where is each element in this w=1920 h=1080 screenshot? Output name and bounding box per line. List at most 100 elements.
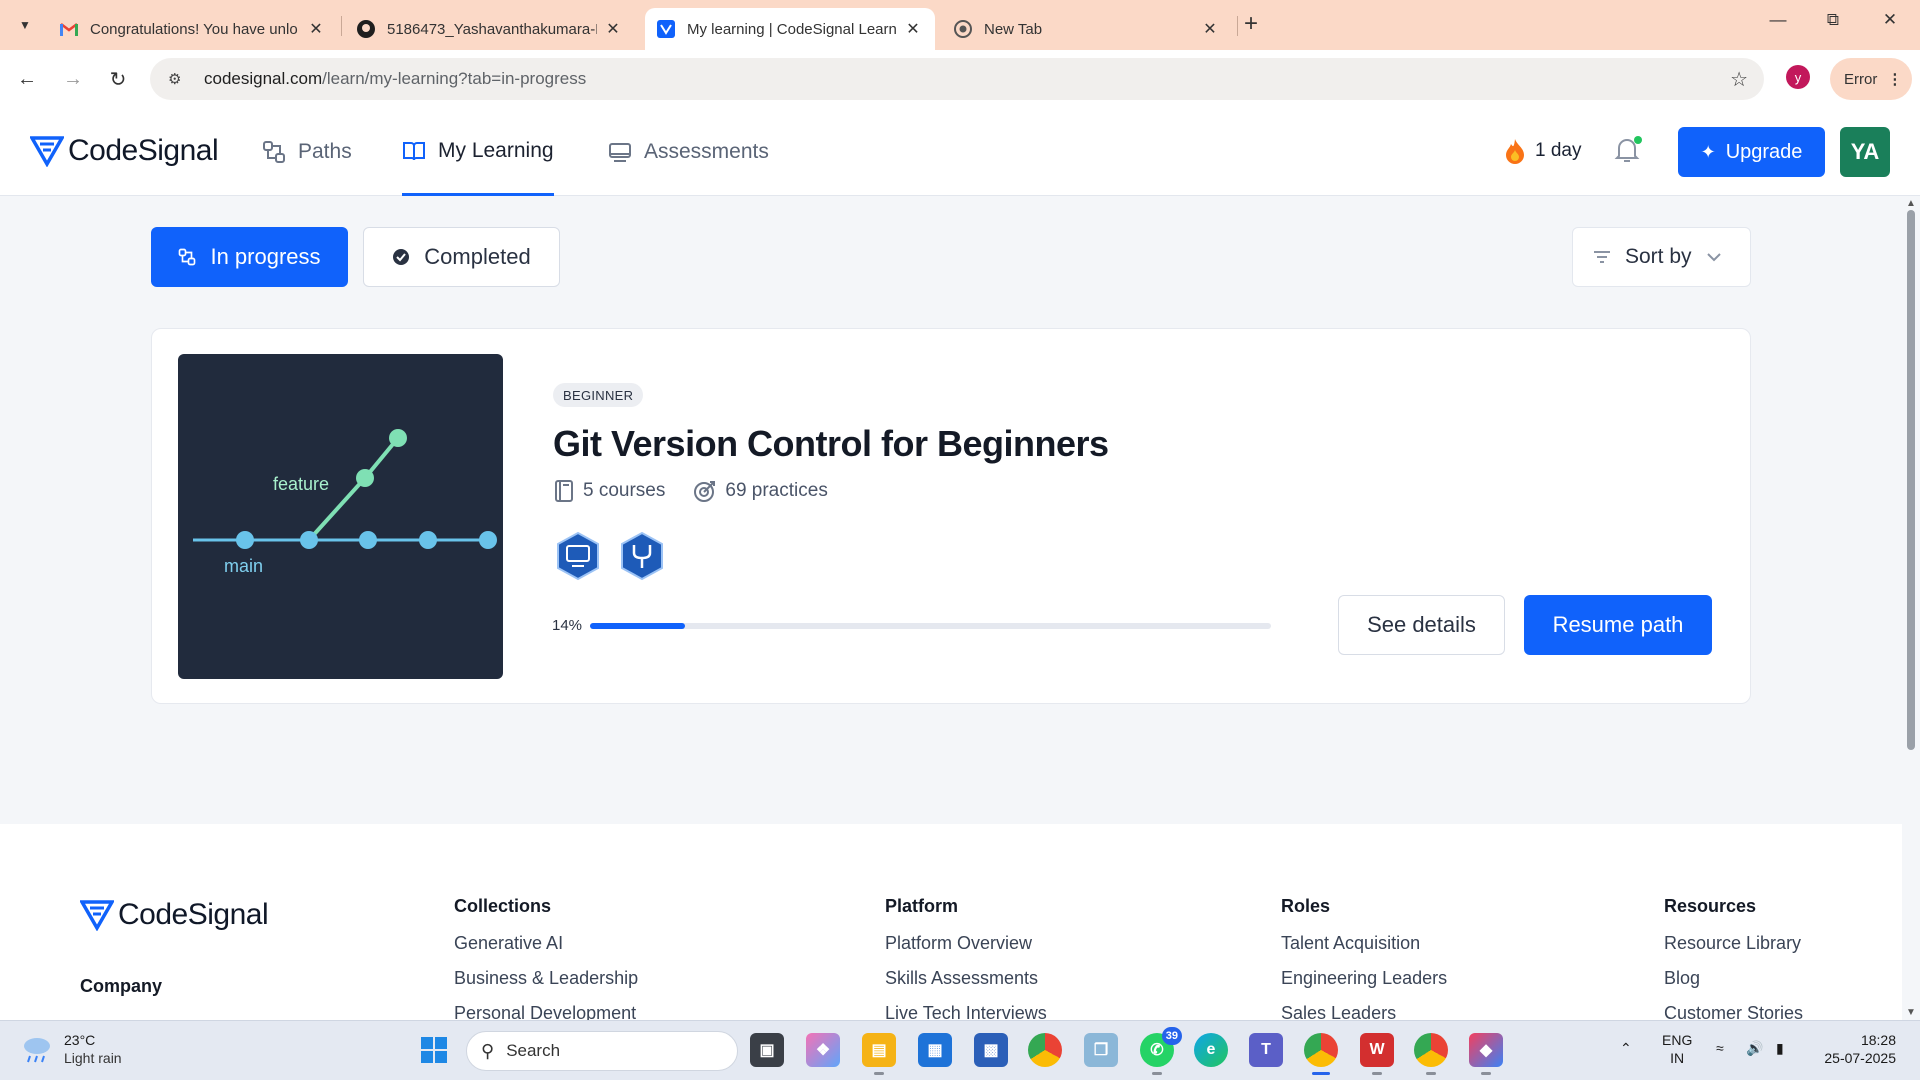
scroll-down-icon[interactable]: ▼ [1906,1007,1916,1018]
footer-link[interactable]: Sales Leaders [1281,1003,1447,1020]
volume-icon[interactable]: 🔊 [1746,1039,1763,1057]
footer-col-platform: Platform Platform Overview Skills Assess… [885,896,1047,1020]
clock-time: 18:28 [1860,1032,1896,1048]
address-bar[interactable]: ⚙ codesignal.com/learn/my-learning?tab=i… [150,58,1764,100]
user-avatar[interactable]: YA [1840,127,1890,177]
snipping-tool-icon[interactable]: ❒ [1084,1033,1118,1067]
upgrade-button[interactable]: ✦ Upgrade [1678,127,1825,177]
edge-icon[interactable]: e [1194,1033,1228,1067]
windows-start-icon[interactable] [417,1033,451,1067]
chrome-taskbar-icon[interactable] [1028,1033,1062,1067]
forward-icon[interactable]: → [58,64,88,94]
minimize-icon[interactable]: — [1763,10,1793,30]
footer-heading: Collections [454,896,552,916]
footer-link[interactable]: Customer Stories [1664,1003,1803,1020]
close-tab-icon[interactable]: ✕ [306,19,326,39]
chrome-second-profile-icon[interactable] [1414,1033,1448,1075]
close-tab-icon[interactable]: ✕ [603,19,623,39]
chrome-profile-icon[interactable] [1304,1033,1338,1075]
sparkle-icon: ✦ [1700,141,1716,162]
new-tab-icon[interactable]: + [1244,12,1258,36]
language-indicator[interactable]: ENG IN [1662,1031,1692,1067]
footer-link[interactable]: Live Tech Interviews [885,1003,1047,1020]
notifications-bell-icon[interactable] [1614,136,1642,169]
close-window-icon[interactable]: ✕ [1875,10,1905,30]
nav-my-learning[interactable]: My Learning [402,108,554,196]
wifi-icon[interactable]: ≈ [1716,1039,1724,1057]
path-title[interactable]: Git Version Control for Beginners [553,423,1109,465]
book-stack-icon [555,480,573,502]
resume-path-button[interactable]: Resume path [1524,595,1712,655]
footer-link[interactable]: Engineering Leaders [1281,968,1447,989]
footer-heading: Platform [885,896,959,916]
tab-in-progress[interactable]: In progress [151,227,348,287]
battery-icon[interactable]: ▮ [1776,1039,1784,1057]
wps-office-icon[interactable]: W [1360,1033,1394,1075]
lang-top: ENG [1662,1032,1693,1048]
tab-title: My learning | CodeSignal Learn [687,20,897,38]
footer-link[interactable]: Skills Assessments [885,968,1047,989]
copilot-icon[interactable]: ❖ [806,1033,840,1067]
see-details-button[interactable]: See details [1338,595,1505,655]
footer-link[interactable]: Business & Leadership [454,968,638,989]
gmail-icon [60,20,78,38]
tab-codesignal[interactable]: My learning | CodeSignal Learn ✕ [645,8,935,50]
restore-icon[interactable]: ⧉ [1818,10,1848,30]
brand-name: CodeSignal [68,134,219,167]
app-launcher-icon[interactable]: ◆ [1469,1033,1503,1075]
app-header: CodeSignal Paths My Learning Assessments… [0,108,1920,196]
page-scrollbar[interactable]: ▲ ▼ [1902,196,1920,1020]
reload-icon[interactable]: ↻ [103,64,133,94]
scrollbar-thumb[interactable] [1907,210,1915,750]
target-icon [694,481,716,502]
remote-desktop-icon[interactable]: ▩ [974,1033,1008,1067]
sort-by-dropdown[interactable]: Sort by [1572,227,1751,287]
footer-link[interactable]: Platform Overview [885,933,1047,954]
back-icon[interactable]: ← [12,64,42,94]
taskbar-search[interactable]: ⚲ Search [466,1031,738,1071]
tab-search-dropdown-icon[interactable]: ▼ [10,10,40,40]
tray-overflow-chevron-icon[interactable]: ⌃ [1620,1039,1632,1057]
nav-assessments-label: Assessments [644,140,769,163]
clock[interactable]: 18:28 25-07-2025 [1816,1031,1896,1067]
path-thumbnail[interactable]: feature main [178,354,503,679]
teams-icon[interactable]: T [1249,1033,1283,1067]
site-settings-icon[interactable]: ⚙ [168,70,188,88]
profile-avatar[interactable]: y [1786,65,1810,89]
codesignal-logo[interactable]: CodeSignal [30,134,219,168]
tab-completed[interactable]: Completed [363,227,560,287]
error-label: Error [1844,70,1878,88]
footer-link[interactable]: Resource Library [1664,933,1803,954]
footer-link[interactable]: Talent Acquisition [1281,933,1447,954]
monitor-badge-icon[interactable] [553,531,603,581]
footer-link[interactable]: Blog [1664,968,1803,989]
nav-paths[interactable]: Paths [262,108,352,196]
taskbar-search-label: Search [506,1041,561,1060]
bookmark-star-icon[interactable]: ☆ [1730,67,1748,92]
whatsapp-icon[interactable]: ✆ 39 [1140,1027,1182,1075]
footer-link[interactable]: Personal Development [454,1003,638,1020]
task-view-icon[interactable]: ▣ [750,1033,784,1067]
tab-new-tab[interactable]: New Tab ✕ [942,8,1232,50]
tab-separator [1237,16,1238,36]
footer-heading: Roles [1281,896,1331,916]
git-branch-badge-icon[interactable] [617,531,667,581]
microsoft-store-icon[interactable]: ▦ [918,1033,952,1067]
tab-gmail[interactable]: Congratulations! You have unlo ✕ [48,8,338,50]
completed-label: Completed [424,244,531,269]
tab-github[interactable]: 5186473_Yashavanthakumara-H ✕ [345,8,635,50]
sort-by-label: Sort by [1625,245,1692,268]
error-menu-button[interactable]: Error ⋮ [1830,58,1912,100]
courses-count: 5 courses [553,479,665,503]
close-tab-icon[interactable]: ✕ [1200,19,1220,39]
streak-indicator[interactable]: 1 day [1505,138,1581,164]
file-explorer-icon[interactable]: ▤ [862,1033,896,1075]
nav-assessments[interactable]: Assessments [608,108,769,196]
weather-widget[interactable]: 23°C Light rain [20,1031,122,1067]
close-tab-icon[interactable]: ✕ [903,19,923,39]
running-indicator [1426,1072,1436,1075]
footer-link[interactable]: Generative AI [454,933,638,954]
footer-logo[interactable]: CodeSignal [80,898,269,932]
scroll-up-icon[interactable]: ▲ [1906,198,1916,209]
kebab-menu-icon: ⋮ [1887,71,1903,88]
